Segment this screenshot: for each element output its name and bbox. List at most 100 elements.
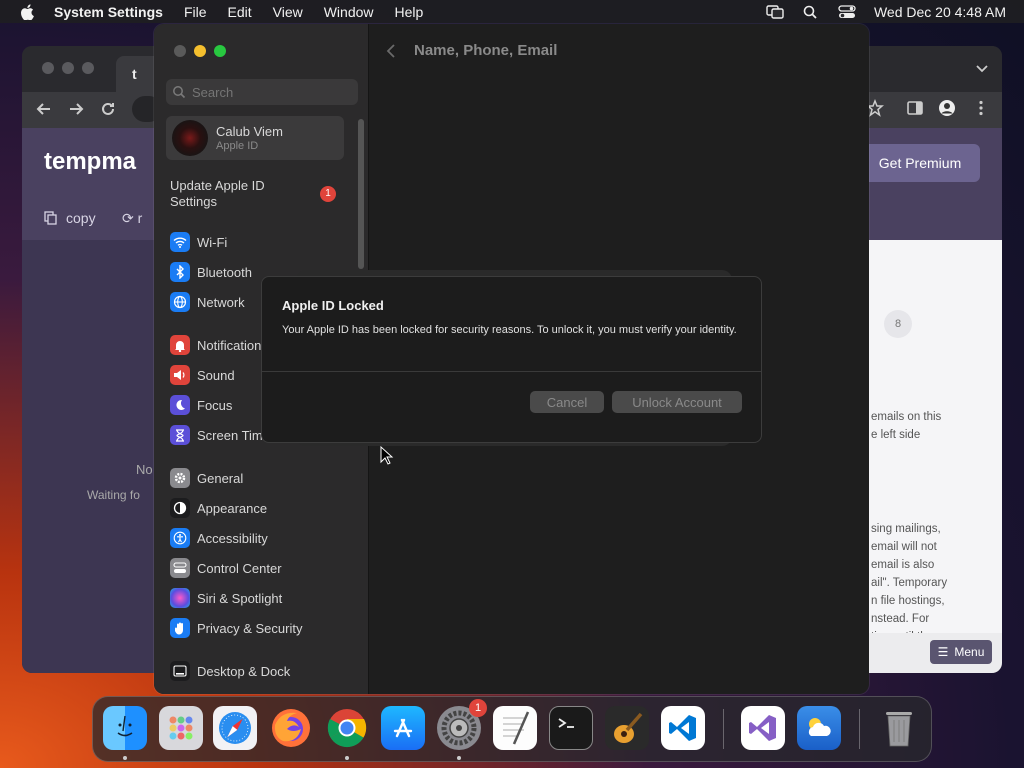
sidebar-item-label: Bluetooth xyxy=(197,264,252,280)
weather-icon[interactable] xyxy=(797,706,841,750)
chrome-icon[interactable] xyxy=(325,706,369,750)
sidebar-item-wifi[interactable]: Wi-Fi xyxy=(170,231,227,253)
sidebar-item-privacy[interactable]: Privacy & Security xyxy=(170,617,302,639)
more-menu-icon[interactable] xyxy=(972,99,990,117)
refresh-icon: ⟳ xyxy=(122,210,138,226)
sidebar-item-general[interactable]: General xyxy=(170,467,243,489)
textedit-icon[interactable] xyxy=(493,706,537,750)
forward-arrow-icon[interactable] xyxy=(66,99,86,119)
search-input[interactable] xyxy=(192,84,352,100)
info-line: nstead. For xyxy=(871,613,930,625)
profile-icon[interactable] xyxy=(938,99,956,117)
get-premium-button[interactable]: Get Premium xyxy=(860,144,980,182)
dock: 1 xyxy=(92,696,932,762)
info-paragraph-1: emails on this e left side xyxy=(871,408,941,444)
copy-button[interactable]: copy xyxy=(44,210,96,226)
apple-id-account[interactable]: Calub Viem Apple ID xyxy=(166,116,344,160)
sidebar-item-desktop-dock[interactable]: Desktop & Dock xyxy=(170,660,290,682)
sidebar-item-network[interactable]: Network xyxy=(170,291,245,313)
dialog-message: Your Apple ID has been locked for securi… xyxy=(282,324,737,336)
hamburger-icon: ☰ xyxy=(937,645,949,659)
speaker-icon xyxy=(170,365,190,385)
trash-icon[interactable] xyxy=(877,706,921,750)
launchpad-icon[interactable] xyxy=(159,706,203,750)
visual-studio-icon[interactable] xyxy=(741,706,785,750)
dock-icon xyxy=(170,661,190,681)
account-subtitle: Apple ID xyxy=(216,140,259,152)
sidebar-item-screen-time[interactable]: Screen Time xyxy=(170,424,270,446)
site-menu-label: Menu xyxy=(954,645,985,659)
sidebar-item-control-center[interactable]: Control Center xyxy=(170,557,282,579)
content-header: Name, Phone, Email xyxy=(386,42,557,59)
menu-bar-clock[interactable]: Wed Dec 20 4:48 AM xyxy=(874,4,1006,20)
gear-icon xyxy=(170,468,190,488)
settings-search-field[interactable] xyxy=(166,79,358,105)
hourglass-icon xyxy=(170,425,190,445)
dock-separator xyxy=(723,709,724,749)
safari-icon[interactable] xyxy=(213,706,257,750)
sidebar-item-label: Notifications xyxy=(197,337,268,353)
browser-zoom-button[interactable] xyxy=(82,62,94,74)
sidebar-item-label: General xyxy=(197,470,244,486)
active-app-name[interactable]: System Settings xyxy=(54,4,163,20)
browser-close-button[interactable] xyxy=(42,62,54,74)
dialog-title: Apple ID Locked xyxy=(282,298,384,313)
sidebar-item-label: Appearance xyxy=(197,500,268,516)
back-arrow-icon[interactable] xyxy=(34,99,54,119)
dialog-divider xyxy=(262,371,761,372)
page-title: Name, Phone, Email xyxy=(414,42,558,59)
hand-icon xyxy=(170,618,190,638)
update-apple-id-settings[interactable]: Update Apple ID Settings xyxy=(170,178,310,210)
apple-menu-icon[interactable] xyxy=(18,3,38,20)
browser-minimize-button[interactable] xyxy=(62,62,74,74)
copy-button-label: copy xyxy=(66,210,96,226)
sidebar-item-bluetooth[interactable]: Bluetooth xyxy=(170,261,252,283)
site-menu-button[interactable]: ☰ Menu xyxy=(930,640,992,664)
sidebar-item-sound[interactable]: Sound xyxy=(170,364,235,386)
sidebar-scrollbar[interactable] xyxy=(358,119,364,269)
menu-view[interactable]: View xyxy=(273,4,303,20)
vscode-icon[interactable] xyxy=(661,706,705,750)
spotlight-search-icon[interactable] xyxy=(802,5,820,19)
info-line: sing mailings, xyxy=(871,523,941,535)
siri-icon xyxy=(170,588,190,608)
dock-separator xyxy=(859,709,860,749)
menu-window[interactable]: Window xyxy=(324,4,374,20)
sidebar-item-accessibility[interactable]: Accessibility xyxy=(170,527,268,549)
menu-file[interactable]: File xyxy=(184,4,207,20)
screen-mirroring-icon[interactable] xyxy=(766,4,784,19)
sidebar-item-notifications[interactable]: Notifications xyxy=(170,334,268,356)
refresh-button[interactable]: ⟳ r xyxy=(122,210,142,227)
running-indicator xyxy=(345,756,349,760)
sidebar-item-focus[interactable]: Focus xyxy=(170,394,232,416)
sidebar-item-label: Desktop & Dock xyxy=(197,663,291,679)
firefox-icon[interactable] xyxy=(269,706,313,750)
control-center-icon[interactable] xyxy=(838,4,856,19)
unlock-account-button[interactable]: Unlock Account xyxy=(612,391,742,413)
site-logo[interactable]: tempma xyxy=(44,148,136,176)
finder-icon[interactable] xyxy=(103,706,147,750)
zoom-button[interactable] xyxy=(214,45,226,57)
menu-help[interactable]: Help xyxy=(395,4,424,20)
sidebar-item-label: Accessibility xyxy=(197,530,268,546)
sidebar-item-appearance[interactable]: Appearance xyxy=(170,497,267,519)
no-emails-text: No xyxy=(136,462,153,477)
close-button[interactable] xyxy=(174,45,186,57)
garageband-icon[interactable] xyxy=(605,706,649,750)
sidebar-item-label: Privacy & Security xyxy=(197,620,303,636)
tab-search-chevron-icon[interactable] xyxy=(976,64,988,74)
control-center-icon xyxy=(170,558,190,578)
sidebar-item-siri[interactable]: Siri & Spotlight xyxy=(170,587,282,609)
terminal-icon[interactable] xyxy=(549,706,593,750)
app-store-icon[interactable] xyxy=(381,706,425,750)
cancel-button[interactable]: Cancel xyxy=(530,391,604,413)
menu-edit[interactable]: Edit xyxy=(228,4,252,20)
bell-icon xyxy=(170,335,190,355)
side-panel-icon[interactable] xyxy=(906,99,924,117)
reload-icon[interactable] xyxy=(98,99,118,119)
info-line: n file hostings, xyxy=(871,595,945,607)
minimize-button[interactable] xyxy=(194,45,206,57)
back-chevron-icon[interactable] xyxy=(386,43,396,59)
globe-icon xyxy=(170,292,190,312)
info-line: ail". Temporary xyxy=(871,577,948,589)
